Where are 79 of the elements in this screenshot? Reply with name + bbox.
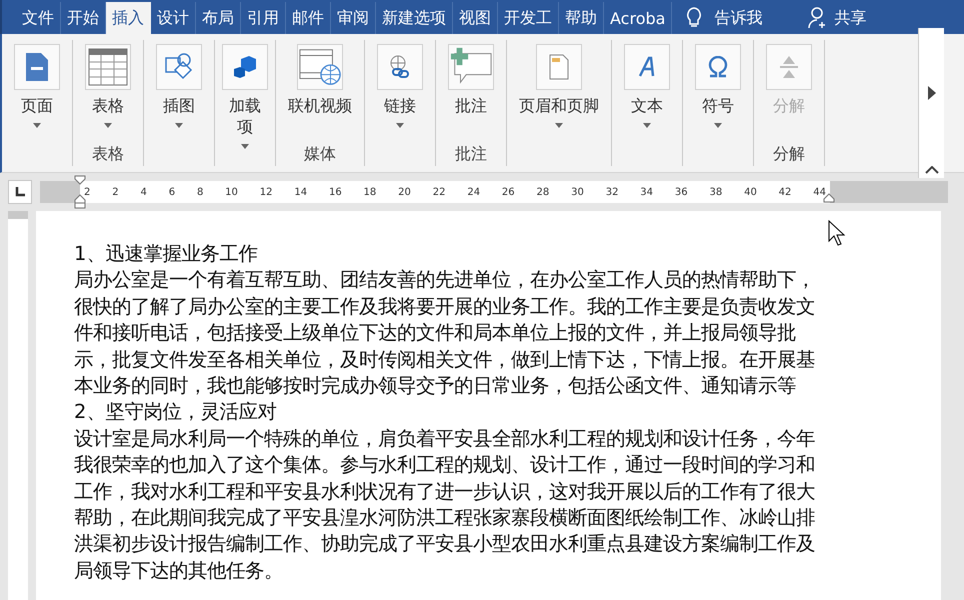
ruler-number: 42 <box>778 186 792 198</box>
ruler-number: 18 <box>364 186 376 198</box>
ribbon-button[interactable]: 页眉和页脚 <box>515 44 603 166</box>
ribbon-button[interactable]: 加载项 <box>223 44 267 166</box>
group-label: 分解 <box>773 144 805 165</box>
text-line: 局领导下达的其他任务。 <box>74 558 284 584</box>
ruler-margin <box>40 181 80 203</box>
caret-icon <box>643 123 651 128</box>
shapes-icon <box>164 52 194 82</box>
lightbulb-icon <box>686 7 702 29</box>
ruler-number: 22 <box>432 186 446 198</box>
ribbon-button[interactable]: 文本 <box>620 44 674 166</box>
right-indent-marker-icon[interactable] <box>823 193 835 203</box>
ruler-number: 24 <box>467 186 480 198</box>
ribbon-button[interactable]: 表格 <box>81 44 135 144</box>
table-icon <box>88 48 128 86</box>
group-label: 表格 <box>92 144 124 165</box>
text-line: 件和接听电话，包括接受上级单位下达的文件和局本单位上报的文件，并上报局领导批 <box>74 320 797 346</box>
ruler-number: 26 <box>502 186 515 198</box>
left-tab-icon <box>15 187 25 197</box>
ruler-number: 36 <box>674 186 688 198</box>
ruler-number: 2 <box>84 186 90 198</box>
ribbon-button[interactable]: 页面 <box>10 44 64 166</box>
tab-stop-selector[interactable] <box>8 180 32 204</box>
cubes-icon <box>233 55 257 79</box>
text-line: 工作，我对水利工程和平安县水利状况有了进一步认识，这对我开展以后的工作有了很大 <box>74 478 816 505</box>
ruler-number: 40 <box>744 186 757 198</box>
share-button[interactable]: 共享 <box>834 8 866 28</box>
caret-icon <box>555 123 563 128</box>
omega-icon <box>707 56 729 78</box>
ruler-number: 20 <box>398 186 411 198</box>
caret-icon <box>104 123 112 128</box>
ribbon-button[interactable]: 联机视频 <box>284 44 356 144</box>
ruler-number: 16 <box>328 186 342 198</box>
ruler-number: 14 <box>294 186 308 198</box>
indent-marker-icon[interactable] <box>74 175 86 209</box>
text-line: 帮助，在此期间我完成了平安县湟水河防洪工程张家寨段横断面图纸绘制工作、冰岭山排 <box>74 505 816 532</box>
text-line: 局办公室是一个有着互帮互助、团结友善的先进单位，在办公室工作人员的热情帮助下， <box>74 267 816 294</box>
caret-icon <box>241 144 249 149</box>
caret-icon <box>396 123 404 128</box>
text-line: 我很荣幸的也加入了这个集体。参与水利工程的规划、设计工作，通过一段时间的学习和 <box>74 452 816 478</box>
ruler-number: 32 <box>606 186 618 198</box>
ruler-number: 4 <box>140 186 147 198</box>
text-line: 1、迅速掌握业务工作 <box>74 241 258 267</box>
page-icon <box>26 53 48 81</box>
ribbon-button[interactable]: 批注 <box>444 44 498 144</box>
ruler-number: 30 <box>571 186 584 198</box>
group-label: 批注 <box>455 144 487 165</box>
caret-icon <box>33 123 41 128</box>
text-line: 设计室是局水利局一个特殊的单位，肩负着平安县全部水利工程的规划和设计任务，今年 <box>74 426 816 452</box>
ruler-number: 6 <box>168 186 176 198</box>
scroll-right-icon[interactable] <box>928 86 936 100</box>
ruler-number: 34 <box>640 186 654 198</box>
text-line: 2、坚守岗位，灵活应对 <box>74 399 278 426</box>
page-header-icon <box>549 54 569 80</box>
ribbon-button[interactable]: 链接 <box>373 44 427 166</box>
text-line: 洪渠初步设计报告编制工作、协助完成了平安县小型农田水利重点县建设方案编制工作及 <box>74 531 816 558</box>
ruler-number: 38 <box>709 186 722 198</box>
ribbon-button[interactable]: 插图 <box>152 44 206 166</box>
group-label: 媒体 <box>304 144 336 165</box>
ruler-number: 2 <box>112 186 119 198</box>
mouse-cursor-icon <box>828 220 846 246</box>
ruler-number: 10 <box>225 186 238 198</box>
split-icon <box>778 54 800 80</box>
ribbon-button[interactable]: 符号 <box>691 44 745 166</box>
ruler-number: 44 <box>813 186 826 198</box>
text-letter-icon <box>637 56 657 78</box>
ruler-number: 28 <box>536 186 550 198</box>
caret-icon <box>175 123 183 128</box>
text-line: 本业务的同时，我也能够按时完成办领导交予的日常业务，包括公函文件、通知请示等 <box>74 373 797 400</box>
text-line: 很快的了解了局办公室的主要工作及我将要开展的业务工作。我的工作主要是负责收发文 <box>74 294 816 320</box>
collapse-ribbon-icon[interactable] <box>924 166 938 174</box>
tell-me-search[interactable]: 告诉我 <box>714 8 762 28</box>
caret-icon <box>714 123 722 128</box>
ribbon-tab[interactable]: 插入 <box>106 2 151 34</box>
ruler-number: 8 <box>196 186 204 198</box>
ruler-number: 12 <box>260 186 272 198</box>
text-line: 示，批复文件发至各相关单位，及时传阅相关文件，做到上情下达，下情上报。在开展基 <box>74 346 816 373</box>
video-globe-icon <box>298 47 342 87</box>
